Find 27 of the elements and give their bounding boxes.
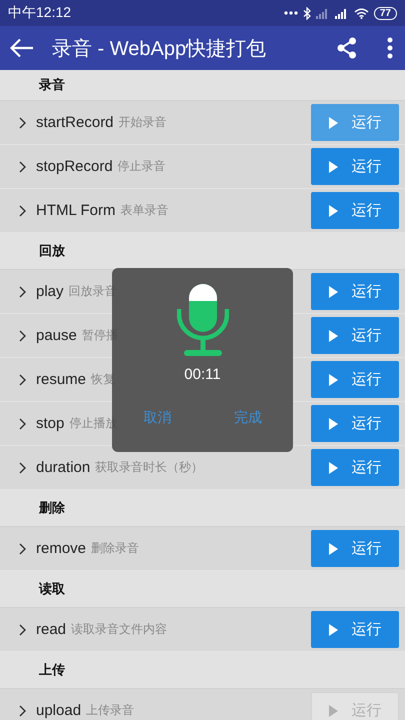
method-name: stopRecord — [36, 158, 113, 175]
method-description: 获取录音时长（秒） — [95, 459, 204, 476]
method-description: 读取录音文件内容 — [71, 621, 168, 638]
section-header: 读取 — [39, 580, 65, 598]
method-name: pause — [36, 327, 77, 344]
app-title: 录音 - WebApp快捷打包 — [52, 36, 268, 62]
method-name: remove — [36, 540, 86, 557]
method-name: resume — [36, 371, 86, 388]
recording-timer: 00:11 — [184, 366, 221, 383]
method-name: play — [36, 283, 64, 300]
method-name: upload — [36, 702, 82, 719]
section-header: 上传 — [39, 661, 65, 679]
section-header: 删除 — [39, 499, 65, 517]
method-description: 上传录音 — [86, 702, 134, 719]
method-description: 表单录音 — [120, 202, 168, 219]
method-description: 删除录音 — [91, 540, 140, 557]
method-name: read — [36, 621, 66, 638]
section-header: 录音 — [39, 76, 65, 94]
status-time: 中午12:12 — [8, 4, 72, 22]
method-description: 开始录音 — [118, 114, 167, 131]
battery-level: 77 — [374, 6, 397, 20]
method-name: duration — [36, 459, 90, 476]
method-name: startRecord — [36, 114, 114, 131]
section-header: 回放 — [39, 242, 65, 260]
method-description: 停止录音 — [118, 158, 166, 175]
method-name: HTML Form — [36, 202, 116, 219]
method-name: stop — [36, 415, 64, 432]
